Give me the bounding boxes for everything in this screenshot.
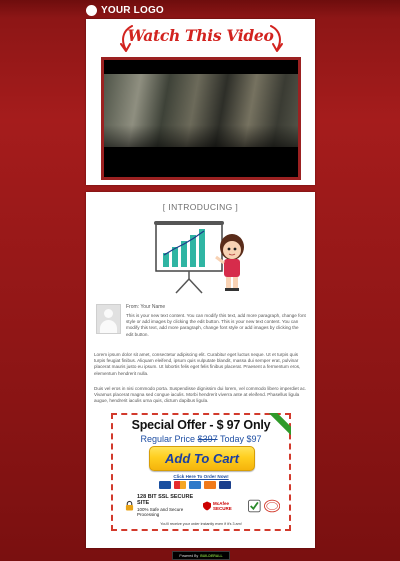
intro-paragraph: This is your new text content. You can m… [126,313,306,337]
shield-icon [202,501,211,510]
price-line: Regular Price $397 Today $97 [113,434,289,444]
visa-card-icon [159,481,171,489]
today-price: Today $97 [219,434,262,444]
guarantee-seal-icon [263,499,281,512]
lorem-paragraph-2: Duis vel eros in nisi commodo porta. Sus… [94,386,307,404]
video-panel: Watch This Video [86,19,315,185]
section-label: [ INTRODUCING ] [162,202,239,212]
checkmark-icon [248,499,261,512]
payment-cards [159,481,231,489]
paypal-icon [219,481,231,489]
special-offer-box: Special Offer - $ 97 Only Regular Price … [111,413,291,531]
add-to-cart-button[interactable]: Add To Cart [149,446,255,471]
mcafee-badge: McAfee SECURE [202,500,245,511]
content-panel: [ INTRODUCING ] From: Your Name This is … [86,192,315,548]
discover-card-icon [204,481,216,489]
regular-price: $397 [197,434,218,444]
from-label: From: Your Name [126,304,166,310]
ssl-title: 128 BIT SSL SECURE SITE [137,493,194,506]
receive-note: You'll receive your order instantly even… [160,522,242,526]
amex-card-icon [189,481,201,489]
ssl-badge: 128 BIT SSL SECURE SITE 100% Safe and Se… [137,494,200,518]
offer-title: Special Offer - $ 97 Only [131,418,271,432]
logo-text: YOUR LOGO [101,4,164,16]
presentation-chart-illustration-icon [154,221,244,294]
logo[interactable]: YOUR LOGO [86,3,164,17]
arrow-down-right-icon [270,25,283,52]
lock-icon [125,500,134,511]
powered-by-label: Powered By [179,553,199,558]
brand-label: BUILDERALL [200,553,223,558]
powered-by-badge[interactable]: Powered By BUILDERALL [172,551,230,560]
trust-badges: 128 BIT SSL SECURE SITE 100% Safe and Se… [125,492,281,519]
video-player[interactable] [104,60,298,177]
video-frame [101,57,301,180]
logo-circle-icon [86,4,97,16]
mastercard-icon [174,481,186,489]
video-thumbnail [104,74,298,147]
regular-price-label: Regular Price [140,434,196,444]
lorem-paragraph-1: Lorem ipsum dolor sit amet, consectetur … [94,352,301,376]
mcafee-label: McAfee SECURE [212,500,232,511]
avatar [96,304,121,334]
ssl-sub: 100% Safe and Secure Processing [137,506,184,518]
order-now-link[interactable]: Click Here To Order Now! [113,474,289,479]
